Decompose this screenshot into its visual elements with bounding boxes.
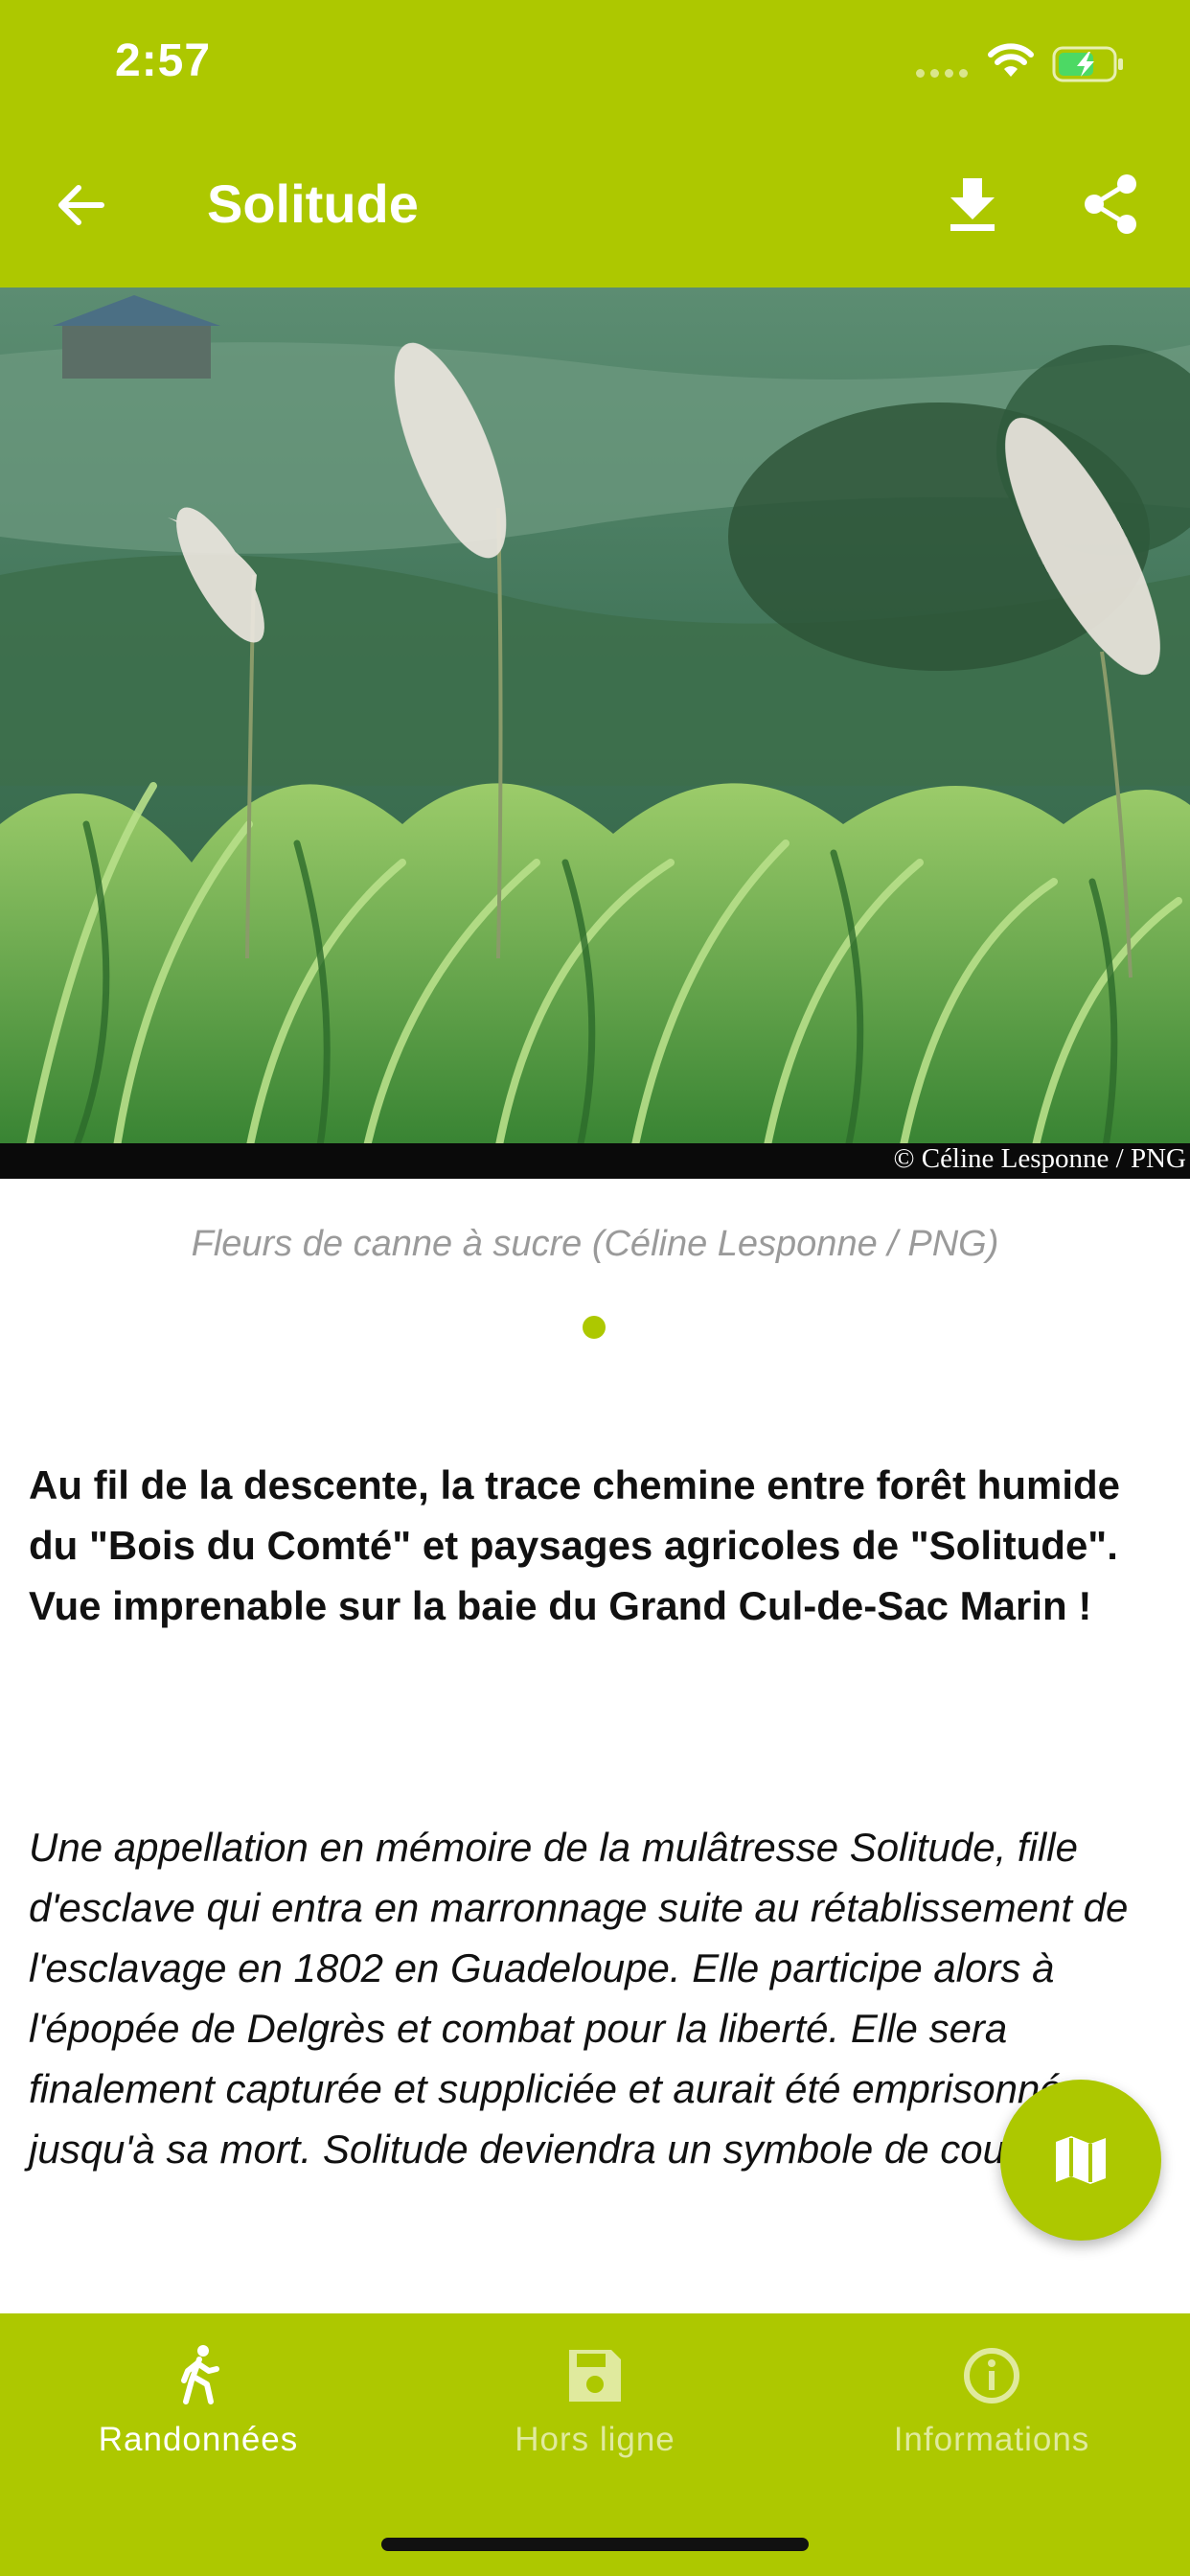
tab-label-informations: Informations	[893, 2421, 1090, 2458]
battery-charging-icon	[1052, 46, 1123, 82]
sugarcane-flowers-image	[0, 288, 1190, 1179]
photo-credit: © Céline Lesponne / PNG	[893, 1143, 1186, 1174]
bottom-tab-bar: Randonnées Hors ligne Informations	[0, 2313, 1190, 2576]
info-icon	[964, 2348, 1019, 2404]
download-icon[interactable]	[941, 172, 1004, 236]
gallery-page-indicator	[583, 1316, 606, 1339]
intro-text: Au fil de la descente, la trace chemine …	[29, 1462, 1121, 1628]
hiking-icon	[181, 2345, 219, 2404]
hero-photo[interactable]: © Céline Lesponne / PNG	[0, 288, 1190, 1179]
tab-hors-ligne[interactable]: Hors ligne	[397, 2342, 793, 2459]
tab-informations[interactable]: Informations	[793, 2342, 1190, 2459]
home-indicator[interactable]	[381, 2538, 809, 2551]
page-title: Solitude	[207, 173, 419, 234]
history-text: Une appellation en mémoire de la mulâtre…	[29, 1825, 1129, 2172]
map-icon	[1056, 2136, 1106, 2184]
tab-label-hors-ligne: Hors ligne	[515, 2421, 675, 2458]
map-button[interactable]	[1000, 2080, 1161, 2241]
status-time: 2:57	[115, 35, 212, 86]
cellular-signal-icon	[916, 69, 968, 78]
back-arrow-icon[interactable]	[50, 174, 111, 236]
share-icon[interactable]	[1079, 172, 1142, 236]
wifi-icon	[988, 43, 1034, 77]
save-icon	[569, 2350, 621, 2402]
tab-label-randonnees: Randonnées	[98, 2421, 299, 2458]
top-bar: 2:57 Solitude	[0, 0, 1190, 288]
tab-randonnees[interactable]: Randonnées	[0, 2342, 397, 2459]
photo-caption: Fleurs de canne à sucre (Céline Lesponne…	[191, 1224, 999, 1264]
